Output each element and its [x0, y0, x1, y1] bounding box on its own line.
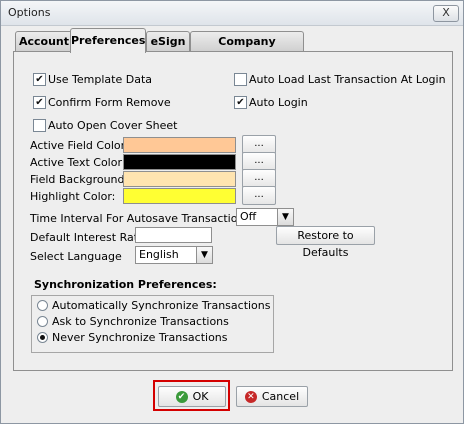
chevron-down-icon: ▼	[277, 209, 293, 225]
confirm-form-remove-label: Confirm Form Remove	[48, 96, 171, 109]
ellipsis-icon: ...	[254, 172, 264, 183]
cancel-button[interactable]: ✕ Cancel	[236, 386, 308, 407]
ok-button[interactable]: ✔ OK	[158, 386, 226, 407]
cancel-label: Cancel	[261, 390, 300, 403]
default-interest-rate-input[interactable]	[135, 227, 212, 243]
restore-defaults-button[interactable]: Restore to Defaults	[276, 226, 375, 259]
chevron-down-icon: ▼	[196, 247, 212, 263]
highlight-color-picker-button[interactable]: ...	[242, 186, 276, 205]
auto-sync-radio[interactable]	[37, 300, 48, 311]
tab-label: eSign	[150, 35, 186, 48]
highlight-color-swatch	[123, 188, 236, 204]
title-bar[interactable]: Options X	[1, 1, 463, 26]
active-text-color-label: Active Text Color:	[30, 156, 126, 169]
active-text-color-swatch	[123, 154, 236, 170]
tab-label: Preferences	[71, 34, 146, 47]
tab-preferences[interactable]: Preferences	[70, 28, 146, 53]
language-select[interactable]: English ▼	[135, 246, 213, 264]
ellipsis-icon: ...	[254, 189, 264, 200]
ellipsis-icon: ...	[254, 138, 264, 149]
active-field-color-label: Active Field Color:	[30, 139, 129, 152]
restore-defaults-label: Restore to Defaults	[297, 229, 354, 259]
confirm-form-remove-checkbox[interactable]: ✔	[33, 96, 46, 109]
window-title: Options	[8, 6, 51, 19]
tab-account[interactable]: Account	[15, 31, 73, 52]
check-icon: ✔	[35, 97, 44, 108]
auto-sync-label: Automatically Synchronize Transactions	[52, 299, 271, 312]
close-button[interactable]: X	[433, 5, 459, 22]
sync-preferences-title: Synchronization Preferences:	[34, 278, 217, 291]
tab-label: Account	[18, 35, 70, 48]
default-interest-rate-label: Default Interest Rate:	[30, 231, 149, 244]
auto-load-last-transaction-label: Auto Load Last Transaction At Login	[249, 73, 446, 86]
select-language-label: Select Language	[30, 250, 122, 263]
auto-login-label: Auto Login	[249, 96, 308, 109]
highlight-color-label: Highlight Color:	[30, 190, 116, 203]
ask-sync-radio[interactable]	[37, 316, 48, 327]
use-template-data-checkbox[interactable]: ✔	[33, 73, 46, 86]
auto-login-checkbox[interactable]: ✔	[234, 96, 247, 109]
cancel-circle-icon: ✕	[244, 391, 257, 403]
auto-open-cover-sheet-label: Auto Open Cover Sheet	[48, 119, 178, 132]
language-value: English	[139, 248, 179, 261]
auto-load-last-transaction-checkbox[interactable]	[234, 73, 247, 86]
auto-open-cover-sheet-checkbox[interactable]	[33, 119, 46, 132]
ask-sync-label: Ask to Synchronize Transactions	[52, 315, 229, 328]
check-icon: ✔	[35, 74, 44, 85]
autosave-interval-value: Off	[240, 210, 257, 223]
ok-label: OK	[192, 390, 209, 403]
use-template-data-label: Use Template Data	[48, 73, 153, 86]
field-background-swatch	[123, 171, 236, 187]
options-window: Options X Account Preferences eSign Comp…	[0, 0, 464, 424]
check-icon: ✔	[236, 97, 245, 108]
active-field-color-swatch	[123, 137, 236, 153]
field-background-label: Field Background:	[30, 173, 129, 186]
tab-company-information[interactable]: Company Information	[190, 31, 304, 68]
autosave-interval-select[interactable]: Off ▼	[236, 208, 294, 226]
ellipsis-icon: ...	[254, 155, 264, 166]
tab-esign[interactable]: eSign	[146, 31, 190, 52]
close-icon: X	[442, 6, 450, 19]
check-circle-icon: ✔	[175, 391, 188, 403]
never-sync-label: Never Synchronize Transactions	[52, 331, 228, 344]
never-sync-radio[interactable]	[37, 332, 48, 343]
